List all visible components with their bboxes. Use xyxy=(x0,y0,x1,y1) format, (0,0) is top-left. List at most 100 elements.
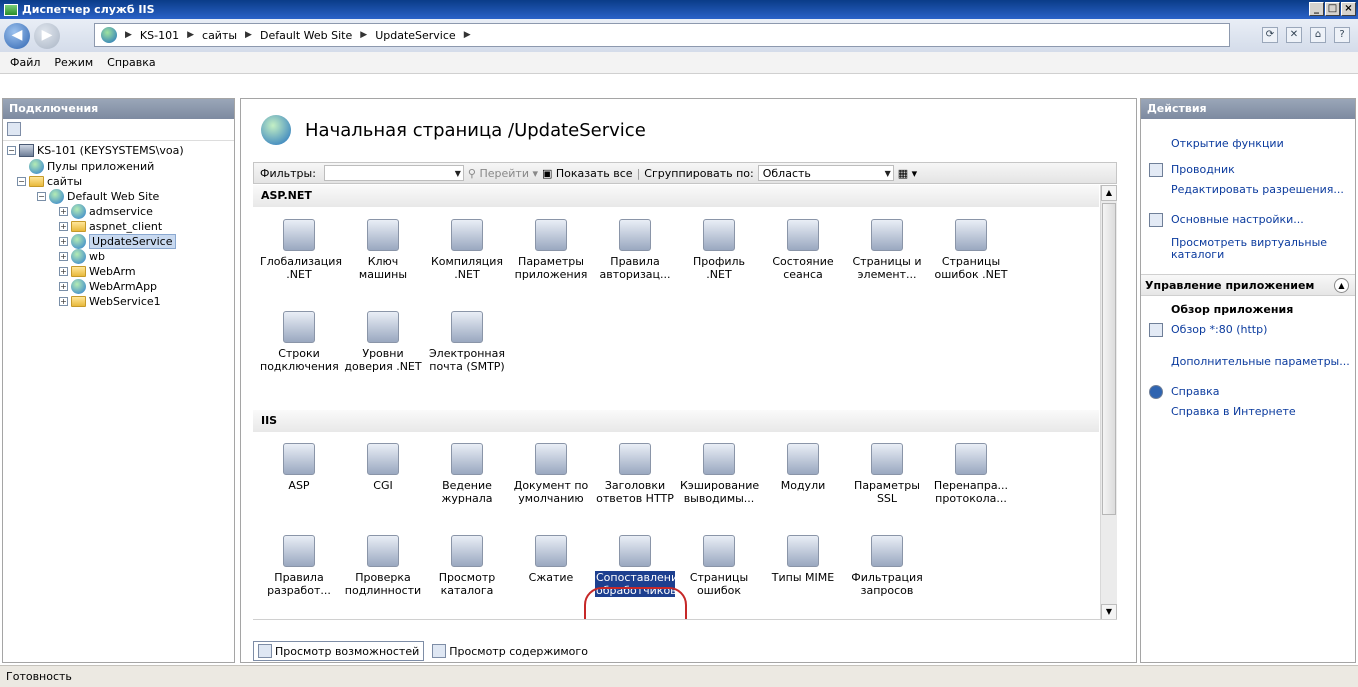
breadcrumb-sites[interactable]: сайты xyxy=(202,29,237,42)
collapse-icon[interactable]: − xyxy=(7,146,16,155)
feature-tile[interactable]: ASP xyxy=(259,437,339,523)
menu-file[interactable]: Файл xyxy=(10,56,40,69)
feature-tile[interactable]: Кэширование выводимы... xyxy=(679,437,759,523)
go-button[interactable]: ⚲ Перейти ▾ xyxy=(468,167,538,180)
features-view-tab[interactable]: Просмотр возможностей xyxy=(253,641,425,661)
minimize-button[interactable]: _ xyxy=(1309,2,1324,16)
vertical-scrollbar[interactable]: ▲ ▼ xyxy=(1100,185,1117,619)
scroll-down-icon[interactable]: ▼ xyxy=(1101,604,1117,619)
feature-tile[interactable]: Фильтрация запросов xyxy=(847,529,927,615)
feature-tile[interactable]: Страницы и элемент... xyxy=(847,213,927,299)
online-help-link[interactable]: Справка в Интернете xyxy=(1171,405,1296,418)
create-connection-icon[interactable] xyxy=(7,122,21,136)
collapse-up-icon[interactable]: ▲ xyxy=(1334,278,1349,293)
advanced-settings-link[interactable]: Дополнительные параметры... xyxy=(1171,355,1350,368)
scroll-thumb[interactable] xyxy=(1102,203,1116,515)
tree-node-wb[interactable]: + wb xyxy=(59,249,105,264)
tree-node-webservice1[interactable]: + WebService1 xyxy=(59,294,161,309)
feature-tile[interactable]: Просмотр каталога xyxy=(427,529,507,615)
breadcrumb-site[interactable]: Default Web Site xyxy=(260,29,352,42)
breadcrumb-app[interactable]: UpdateService xyxy=(375,29,456,42)
forward-button[interactable]: ▶ xyxy=(34,22,60,49)
breadcrumb-server[interactable]: KS-101 xyxy=(140,29,179,42)
scroll-up-icon[interactable]: ▲ xyxy=(1101,185,1117,201)
feature-tile[interactable]: Сжатие xyxy=(511,529,591,615)
tree-node-app-pools[interactable]: Пулы приложений xyxy=(29,159,154,174)
group-by-select[interactable]: Область ▼ xyxy=(757,165,894,181)
open-feature-link[interactable]: Открытие функции xyxy=(1171,137,1284,150)
feature-icon xyxy=(535,443,567,475)
feature-tile[interactable]: Заголовки ответов HTTP xyxy=(595,437,675,523)
refresh-icon[interactable]: ⟳ xyxy=(1262,27,1278,43)
feature-tile[interactable]: Ведение журнала xyxy=(427,437,507,523)
collapse-icon[interactable]: − xyxy=(17,177,26,186)
feature-tile[interactable]: Параметры SSL xyxy=(847,437,927,523)
feature-tile[interactable]: Электронная почта (SMTP) xyxy=(427,305,507,391)
feature-tile[interactable]: Страницы ошибок .NET xyxy=(931,213,1011,299)
home-icon[interactable]: ⌂ xyxy=(1310,27,1326,43)
breadcrumb-separator-icon[interactable]: ▶ xyxy=(464,30,471,40)
show-all-button[interactable]: ▣ Показать все xyxy=(542,167,633,180)
feature-tile[interactable]: Ключ машины xyxy=(343,213,423,299)
tree-node-sites[interactable]: − сайты xyxy=(17,174,82,189)
breadcrumb-separator-icon[interactable]: ▶ xyxy=(187,30,194,40)
view-virtual-dirs-link[interactable]: Просмотреть виртуальные каталоги xyxy=(1171,237,1341,261)
expand-icon[interactable]: + xyxy=(59,297,68,306)
explore-link[interactable]: Проводник xyxy=(1171,163,1235,176)
tree-node-updateservice[interactable]: + UpdateService xyxy=(59,234,176,249)
address-breadcrumb[interactable]: ▶ KS-101 ▶ сайты ▶ Default Web Site ▶ Up… xyxy=(94,23,1230,47)
manage-app-header[interactable]: Управление приложением ▲ xyxy=(1141,274,1355,296)
edit-permissions-link[interactable]: Редактировать разрешения... xyxy=(1171,183,1344,196)
menu-help[interactable]: Справка xyxy=(107,56,155,69)
tree-node-webarm[interactable]: + WebArm xyxy=(59,264,136,279)
feature-tile[interactable]: Проверка подлинности xyxy=(343,529,423,615)
breadcrumb-separator-icon[interactable]: ▶ xyxy=(360,30,367,40)
tree-node-admservice[interactable]: + admservice xyxy=(59,204,153,219)
feature-tile[interactable]: Правила разработ... xyxy=(259,529,339,615)
expand-icon[interactable]: + xyxy=(59,252,68,261)
feature-tile[interactable]: Строки подключения xyxy=(259,305,339,391)
tree-node-server[interactable]: − KS-101 (KEYSYSTEMS\voa) xyxy=(7,143,184,158)
maximize-button[interactable]: □ xyxy=(1325,2,1340,16)
feature-tile[interactable]: Параметры приложения xyxy=(511,213,591,299)
filter-input[interactable]: ▼ xyxy=(323,165,464,181)
feature-tile[interactable]: Глобализация .NET xyxy=(259,213,342,299)
feature-tile[interactable]: CGI xyxy=(343,437,423,523)
expand-icon[interactable]: + xyxy=(59,207,68,216)
features-scroll-area[interactable]: ASP.NET Глобализация .NET Ключ машины Комп… xyxy=(253,185,1117,620)
feature-tile[interactable]: Состояние сеанса xyxy=(763,213,843,299)
expand-icon[interactable]: + xyxy=(59,237,68,246)
feature-tile[interactable]: Страницы ошибок xyxy=(679,529,759,615)
group-header-iis[interactable]: IIS xyxy=(253,410,1099,432)
feature-tile[interactable]: Уровни доверия .NET xyxy=(343,305,423,391)
tree-node-default-web-site[interactable]: − Default Web Site xyxy=(37,189,159,204)
feature-label: Ведение журнала xyxy=(441,479,493,505)
expand-icon[interactable]: + xyxy=(59,222,68,231)
feature-tile[interactable]: Модули xyxy=(763,437,843,523)
stop-icon[interactable]: ✕ xyxy=(1286,27,1302,43)
feature-tile[interactable]: Правила авторизац... xyxy=(595,213,675,299)
group-header-aspnet[interactable]: ASP.NET xyxy=(253,185,1099,207)
feature-tile[interactable]: Компиляция .NET xyxy=(427,213,507,299)
breadcrumb-separator-icon[interactable]: ▶ xyxy=(245,30,252,40)
tree-node-aspnet-client[interactable]: + aspnet_client xyxy=(59,219,162,234)
expand-icon[interactable]: + xyxy=(59,282,68,291)
expand-icon[interactable]: + xyxy=(59,267,68,276)
menu-view[interactable]: Режим xyxy=(54,56,93,69)
browse-80-link[interactable]: Обзор *:80 (http) xyxy=(1171,323,1267,336)
breadcrumb-separator-icon[interactable]: ▶ xyxy=(125,30,132,40)
help-link[interactable]: Справка xyxy=(1171,385,1219,398)
feature-tile[interactable]: Перенапра... протокола... xyxy=(931,437,1011,523)
back-button[interactable]: ◀ xyxy=(4,22,30,49)
feature-tile[interactable]: Типы MIME xyxy=(763,529,843,615)
view-mode-button[interactable]: ▦ ▾ xyxy=(898,167,917,180)
feature-tile[interactable]: Документ по умолчанию xyxy=(511,437,591,523)
collapse-icon[interactable]: − xyxy=(37,192,46,201)
help-icon[interactable]: ? xyxy=(1334,27,1350,43)
connections-pane: Подключения − KS-101 (KEYSYSTEMS\voa) Пу… xyxy=(2,98,235,663)
feature-tile[interactable]: Профиль .NET xyxy=(679,213,759,299)
basic-settings-link[interactable]: Основные настройки... xyxy=(1171,213,1304,226)
tree-node-webarmapp[interactable]: + WebArmApp xyxy=(59,279,157,294)
close-button[interactable]: × xyxy=(1341,2,1356,16)
content-view-tab[interactable]: Просмотр содержимого xyxy=(428,642,592,660)
